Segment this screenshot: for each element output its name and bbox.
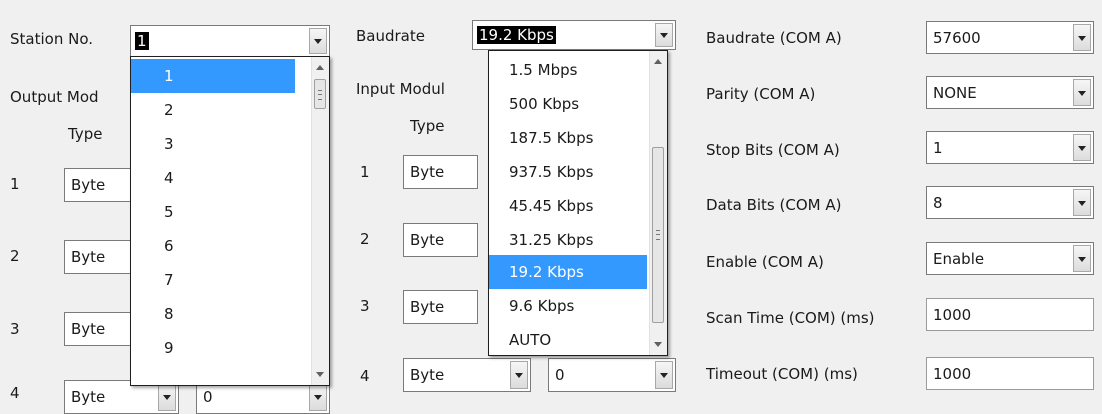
stop-bits-com-a-combo[interactable]: 1: [926, 131, 1094, 164]
input-type-combo[interactable]: Byte: [403, 223, 478, 257]
input-type-header: Type: [410, 117, 445, 135]
dropdown-scrollbar[interactable]: [649, 51, 667, 355]
input-type-combo[interactable]: Byte: [403, 290, 478, 324]
input-module-label: Input Modul: [356, 80, 445, 98]
input-row-number: 3: [360, 297, 370, 315]
dropdown-item[interactable]: 500 Kbps: [489, 87, 579, 121]
dropdown-item[interactable]: 2: [131, 93, 174, 127]
dropdown-item[interactable]: 187.5 Kbps: [489, 121, 593, 155]
field-label: Scan Time (COM) (ms): [706, 309, 875, 327]
station-no-label: Station No.: [10, 30, 93, 48]
field-label: Timeout (COM) (ms): [706, 365, 858, 383]
dropdown-item-selected[interactable]: 1: [131, 59, 295, 93]
station-no-value: 1: [135, 32, 149, 50]
baudrate-value: 19.2 Kbps: [477, 26, 556, 44]
baudrate-com-a-combo[interactable]: 57600: [926, 21, 1094, 54]
data-bits-com-a-combo[interactable]: 8: [926, 186, 1094, 219]
chevron-down-icon[interactable]: [1073, 24, 1091, 51]
baudrate-dropdown: 1.5 Mbps 500 Kbps 187.5 Kbps 937.5 Kbps …: [488, 50, 668, 356]
chevron-down-icon[interactable]: [655, 361, 673, 389]
field-label: Parity (COM A): [706, 85, 816, 103]
output-type-value: Byte: [71, 176, 106, 194]
station-no-combo[interactable]: 1: [130, 25, 330, 57]
dropdown-item[interactable]: AUTO: [489, 323, 551, 355]
dropdown-item-selected[interactable]: 19.2 Kbps: [489, 255, 647, 289]
chevron-down-icon[interactable]: [1073, 79, 1091, 106]
baudrate-combo[interactable]: 19.2 Kbps: [472, 20, 676, 50]
field-value: 1: [933, 138, 943, 157]
output-type-value: Byte: [71, 388, 106, 406]
scroll-thumb[interactable]: [652, 147, 664, 323]
scroll-grip-icon: [318, 90, 322, 100]
output-value: 0: [203, 388, 213, 406]
field-label: Enable (COM A): [706, 253, 824, 271]
output-type-value: Byte: [71, 320, 106, 338]
chevron-down-icon[interactable]: [510, 361, 528, 389]
chevron-down-icon[interactable]: [655, 23, 673, 47]
scroll-down-icon[interactable]: [316, 372, 324, 377]
input-type-combo[interactable]: Byte: [403, 155, 478, 189]
field-label: Stop Bits (COM A): [706, 141, 840, 159]
input-type-value: Byte: [410, 298, 445, 316]
field-value: Enable: [933, 249, 985, 268]
chevron-down-icon[interactable]: [1073, 245, 1091, 272]
input-value-combo[interactable]: 0: [548, 358, 676, 392]
field-value: 57600: [933, 28, 981, 47]
scroll-grip-icon: [656, 230, 660, 240]
dropdown-item[interactable]: 9: [131, 331, 174, 365]
baudrate-label: Baudrate: [356, 27, 425, 45]
dropdown-item[interactable]: 5: [131, 195, 174, 229]
input-type-value: Byte: [410, 163, 445, 181]
dropdown-item[interactable]: 7: [131, 263, 174, 297]
input-row-number: 1: [360, 163, 370, 181]
output-type-header: Type: [68, 125, 103, 143]
chevron-down-icon[interactable]: [1073, 189, 1091, 216]
scan-time-input[interactable]: 1000: [926, 298, 1094, 331]
output-type-value: Byte: [71, 248, 106, 266]
chevron-down-icon[interactable]: [158, 383, 176, 411]
input-row-number: 4: [360, 367, 370, 385]
output-row-number: 1: [10, 175, 20, 193]
scroll-up-icon[interactable]: [654, 59, 662, 64]
field-label: Baudrate (COM A): [706, 29, 842, 47]
station-no-dropdown: 1 2 3 4 5 6 7 8 9: [130, 56, 330, 386]
input-row-number: 2: [360, 230, 370, 248]
chevron-down-icon[interactable]: [309, 28, 327, 54]
chevron-down-icon[interactable]: [309, 383, 327, 411]
field-label: Data Bits (COM A): [706, 196, 842, 214]
scroll-thumb[interactable]: [314, 79, 326, 109]
output-row-number: 3: [10, 320, 20, 338]
input-type-combo[interactable]: Byte: [403, 358, 531, 392]
output-module-label: Output Mod: [10, 88, 99, 106]
chevron-down-icon[interactable]: [1073, 134, 1091, 161]
dropdown-item[interactable]: 937.5 Kbps: [489, 155, 593, 189]
dropdown-item[interactable]: 4: [131, 161, 174, 195]
dropdown-item[interactable]: 9.6 Kbps: [489, 289, 574, 323]
scroll-up-icon[interactable]: [316, 65, 324, 70]
dropdown-item[interactable]: 31.25 Kbps: [489, 223, 593, 257]
input-type-value: Byte: [410, 366, 445, 384]
input-type-value: Byte: [410, 231, 445, 249]
timeout-input[interactable]: 1000: [926, 357, 1094, 390]
output-row-number: 2: [10, 247, 20, 265]
field-value: 1000: [933, 305, 972, 324]
dropdown-scrollbar[interactable]: [311, 57, 329, 385]
dropdown-item[interactable]: 45.45 Kbps: [489, 189, 593, 223]
parity-com-a-combo[interactable]: NONE: [926, 76, 1094, 109]
field-value: 8: [933, 193, 943, 212]
enable-com-a-combo[interactable]: Enable: [926, 242, 1094, 275]
input-value: 0: [555, 366, 565, 384]
field-value: 1000: [933, 364, 972, 383]
scroll-down-icon[interactable]: [654, 342, 662, 347]
dropdown-item[interactable]: 3: [131, 127, 174, 161]
dropdown-item[interactable]: 8: [131, 297, 174, 331]
field-value: NONE: [933, 83, 977, 102]
dropdown-item[interactable]: 6: [131, 229, 174, 263]
output-row-number: 4: [10, 384, 20, 402]
dropdown-item[interactable]: 1.5 Mbps: [489, 53, 577, 87]
